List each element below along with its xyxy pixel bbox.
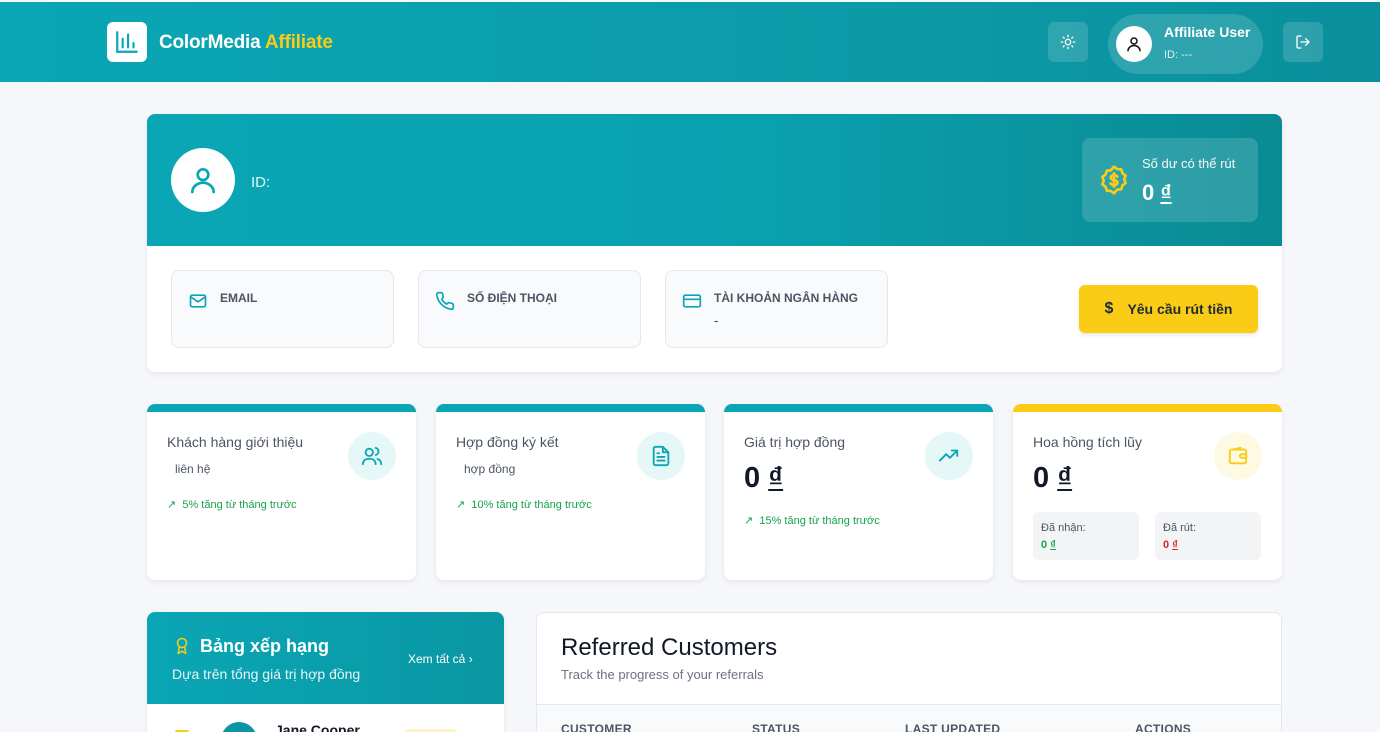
stat-title: Khách hàng giới thiệu <box>167 434 304 450</box>
user-menu[interactable]: Affiliate User ID: --- <box>1108 14 1263 74</box>
award-icon <box>176 637 188 655</box>
phone-info: SỐ ĐIỆN THOẠI <box>418 270 641 348</box>
mail-icon <box>189 294 207 308</box>
email-label: EMAIL <box>220 291 258 305</box>
stat-title: Hoa hồng tích lũy <box>1033 434 1142 450</box>
stat-icon-circle <box>637 432 685 480</box>
email-info: EMAIL <box>171 270 394 348</box>
withdrawn-box: Đã rút: 0 ₫ <box>1155 512 1261 560</box>
stat-sub: hợp đồng <box>464 462 516 476</box>
wallet-icon <box>1228 446 1248 465</box>
withdrawn-label: Đã rút: <box>1163 522 1197 534</box>
stat-accent-bar <box>1013 404 1282 412</box>
leaderboard-header: Bảng xếp hạng Dựa trên tổng giá trị hợp … <box>147 612 504 704</box>
stat-signed-contracts: Hợp đồng ký kết hợp đồng ↗ 10% tăng từ t… <box>436 404 705 580</box>
view-all-link[interactable]: Xem tất cả › <box>408 652 473 666</box>
leaderboard-title: Bảng xếp hạng <box>200 636 330 656</box>
user-id: ID: --- <box>1164 49 1193 61</box>
column-header-status[interactable]: STATUS <box>752 722 800 732</box>
chevron-right-icon: › <box>468 652 473 666</box>
leader-name: Jane Cooper <box>275 722 360 732</box>
balance-value: 0 ₫ <box>1142 180 1172 205</box>
column-header-customer[interactable]: CUSTOMER <box>561 722 632 732</box>
phone-icon <box>435 291 455 311</box>
profile-hero: ID: Số dư có thể rút 0 ₫ <box>147 114 1282 246</box>
document-icon <box>652 445 670 467</box>
top-header: ColorMedia Affiliate Affiliate User ID: … <box>0 2 1380 82</box>
bank-label: TÀI KHOẢN NGÂN HÀNG <box>714 291 858 305</box>
leaderboard-subtitle: Dựa trên tổng giá trị hợp đồng <box>172 666 361 682</box>
stat-title: Giá trị hợp đồng <box>744 434 846 450</box>
withdraw-label: Yêu cầu rút tiền <box>1127 301 1233 317</box>
stat-icon-circle <box>348 432 396 480</box>
withdrawn-value: 0 ₫ <box>1163 539 1178 551</box>
stat-accumulated-commission: Hoa hồng tích lũy 0 ₫ Đã nhận: 0 ₫ Đã rú… <box>1013 404 1282 580</box>
profile-card: ID: Số dư có thể rút 0 ₫ EMAIL SỐ ĐIỆN T… <box>147 114 1282 372</box>
sun-icon <box>1060 34 1076 50</box>
dollar-icon: $ <box>1104 300 1114 317</box>
user-icon <box>1127 37 1141 52</box>
referred-subtitle: Track the progress of your referrals <box>561 667 764 682</box>
brand-main: ColorMedia <box>159 32 261 53</box>
received-label: Đã nhận: <box>1041 522 1086 534</box>
stat-icon-circle <box>925 432 973 480</box>
credit-card-icon <box>682 294 702 308</box>
column-header-last-updated[interactable]: LAST UPDATED <box>905 722 1000 732</box>
phone-label: SỐ ĐIỆN THOẠI <box>467 291 558 305</box>
trending-up-icon <box>938 449 959 462</box>
stat-trend: ↗ 5% tăng từ tháng trước <box>167 499 297 511</box>
profile-avatar <box>171 148 235 212</box>
avatar <box>1116 26 1152 62</box>
stat-accent-bar <box>147 404 416 412</box>
logout-icon <box>1296 35 1310 49</box>
stat-sub: liên hệ <box>175 462 211 476</box>
stat-value: 0 ₫ <box>744 462 784 494</box>
received-value: 0 ₫ <box>1041 539 1056 551</box>
stat-icon-circle <box>1214 432 1262 480</box>
table-header: CUSTOMER STATUS LAST UPDATED ACTIONS <box>537 704 1281 732</box>
users-icon <box>361 446 383 466</box>
column-header-actions: ACTIONS <box>1135 722 1192 732</box>
user-name: Affiliate User <box>1164 24 1251 40</box>
balance-label: Số dư có thể rút <box>1142 156 1236 171</box>
stat-trend: ↗ 10% tăng từ tháng trước <box>456 499 592 511</box>
brand-title: ColorMedia Affiliate <box>159 32 333 54</box>
theme-toggle-button[interactable] <box>1048 22 1088 62</box>
logo[interactable] <box>107 22 147 62</box>
stat-referred-customers: Khách hàng giới thiệu liên hệ ↗ 5% tăng … <box>147 404 416 580</box>
brand-accent: Affiliate <box>264 32 333 53</box>
stat-accent-bar <box>724 404 993 412</box>
dollar-badge-icon <box>1101 165 1127 195</box>
withdraw-request-button[interactable]: $ Yêu cầu rút tiền <box>1079 285 1258 333</box>
stat-trend: ↗ 15% tăng từ tháng trước <box>744 515 880 527</box>
leaderboard-card: Bảng xếp hạng Dựa trên tổng giá trị hợp … <box>147 612 504 732</box>
stat-contract-value: Giá trị hợp đồng 0 ₫ ↗ 15% tăng từ tháng… <box>724 404 993 580</box>
avatar <box>221 722 257 732</box>
profile-id: ID: <box>251 174 271 191</box>
stat-accent-bar <box>436 404 705 412</box>
available-balance: Số dư có thể rút 0 ₫ <box>1082 138 1258 222</box>
bank-info: TÀI KHOẢN NGÂN HÀNG - <box>665 270 888 348</box>
received-box: Đã nhận: 0 ₫ <box>1033 512 1139 560</box>
stat-value: 0 ₫ <box>1033 462 1073 494</box>
logout-button[interactable] <box>1283 22 1323 62</box>
referred-title: Referred Customers <box>561 634 778 661</box>
stat-title: Hợp đồng ký kết <box>456 434 559 450</box>
bar-chart-icon <box>116 31 138 53</box>
referred-customers-card: Referred Customers Track the progress of… <box>536 612 1282 732</box>
user-icon <box>191 168 215 194</box>
bank-value: - <box>714 313 719 328</box>
